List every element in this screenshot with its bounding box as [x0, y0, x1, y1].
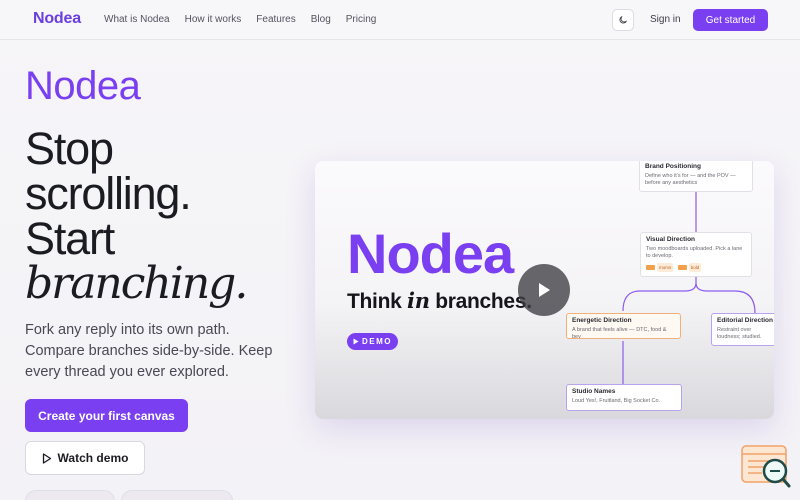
moon-icon: [619, 16, 627, 24]
nav-links: What is Nodea How it works Features Blog…: [104, 14, 391, 25]
node-tag: moms: [657, 263, 674, 272]
feature-chip: [25, 490, 115, 500]
node-title: Editorial Direction: [717, 317, 773, 324]
node-body: Define who it's for — and the POV — befo…: [645, 173, 736, 186]
video-play-button[interactable]: [518, 264, 570, 316]
node-body: A brand that feels alive — DTC, food & b…: [572, 327, 667, 340]
theme-toggle-button[interactable]: [612, 9, 634, 31]
video-tagline: Think in branches.: [347, 288, 532, 314]
node-title: Energetic Direction: [572, 317, 632, 324]
node-body: Two moodboards uploaded. Pick a lane to …: [646, 246, 743, 259]
node-editorial-direction[interactable]: Editorial Direction Restraint over loudn…: [711, 313, 774, 346]
video-brand: Nodea: [347, 222, 514, 285]
headline-line-3: Start: [25, 213, 115, 264]
image-tag-icon: [677, 265, 687, 271]
signin-link[interactable]: Sign in: [650, 14, 681, 25]
node-title: Studio Names: [572, 388, 616, 395]
hero-subtext: Fork any reply into its own path. Compar…: [25, 322, 273, 380]
node-studio-names[interactable]: Studio Names Loud Yes!, Fruitland, Big S…: [566, 384, 682, 411]
demo-video[interactable]: Brand Positioning Define who it's for — …: [315, 161, 774, 419]
tagline-part: Think: [347, 290, 408, 313]
top-nav: Nodea What is Nodea How it works Feature…: [0, 0, 800, 40]
node-title: Brand Positioning: [645, 163, 701, 170]
nav-link-pricing[interactable]: Pricing: [346, 14, 377, 25]
node-tag: bold: [688, 263, 702, 272]
hero-headline: Stop scrolling. Start branching.: [25, 126, 315, 306]
demo-label: DEMO: [362, 337, 392, 346]
nav-link-how-it-works[interactable]: How it works: [185, 14, 242, 25]
watch-demo-button[interactable]: Watch demo: [25, 441, 145, 475]
hero-brand: Nodea: [25, 64, 141, 108]
demo-badge: DEMO: [347, 333, 398, 350]
play-icon: [539, 283, 550, 297]
nav-link-what-is[interactable]: What is Nodea: [104, 14, 170, 25]
headline-italic: branching.: [25, 258, 248, 309]
nav-link-features[interactable]: Features: [256, 14, 295, 25]
nav-logo[interactable]: Nodea: [33, 10, 81, 28]
headline-line-1: Stop: [25, 123, 114, 174]
tagline-italic: in: [407, 288, 430, 313]
search-doc-icon[interactable]: [740, 444, 792, 490]
image-tag-icon: [646, 265, 655, 271]
create-canvas-button[interactable]: Create your first canvas: [25, 399, 188, 432]
node-title: Visual Direction: [646, 236, 696, 243]
node-body: Restraint over loudness; studied.: [717, 327, 762, 340]
tagline-part: branches.: [429, 290, 532, 313]
play-icon: [353, 338, 359, 345]
search-doc-icon-graphic: [741, 445, 791, 488]
watch-demo-label: Watch demo: [57, 451, 129, 465]
feature-chip: [121, 490, 233, 500]
node-body: Loud Yes!, Fruitland, Big Socket Co.: [572, 398, 661, 404]
nav-link-blog[interactable]: Blog: [311, 14, 331, 25]
node-visual-direction[interactable]: Visual Direction Two moodboards uploaded…: [640, 232, 752, 277]
node-energetic-direction[interactable]: Energetic Direction A brand that feels a…: [566, 313, 681, 340]
headline-line-2: scrolling.: [25, 168, 192, 219]
node-brand-positioning[interactable]: Brand Positioning Define who it's for — …: [639, 161, 753, 192]
play-icon: [42, 452, 51, 464]
get-started-button[interactable]: Get started: [693, 9, 768, 31]
